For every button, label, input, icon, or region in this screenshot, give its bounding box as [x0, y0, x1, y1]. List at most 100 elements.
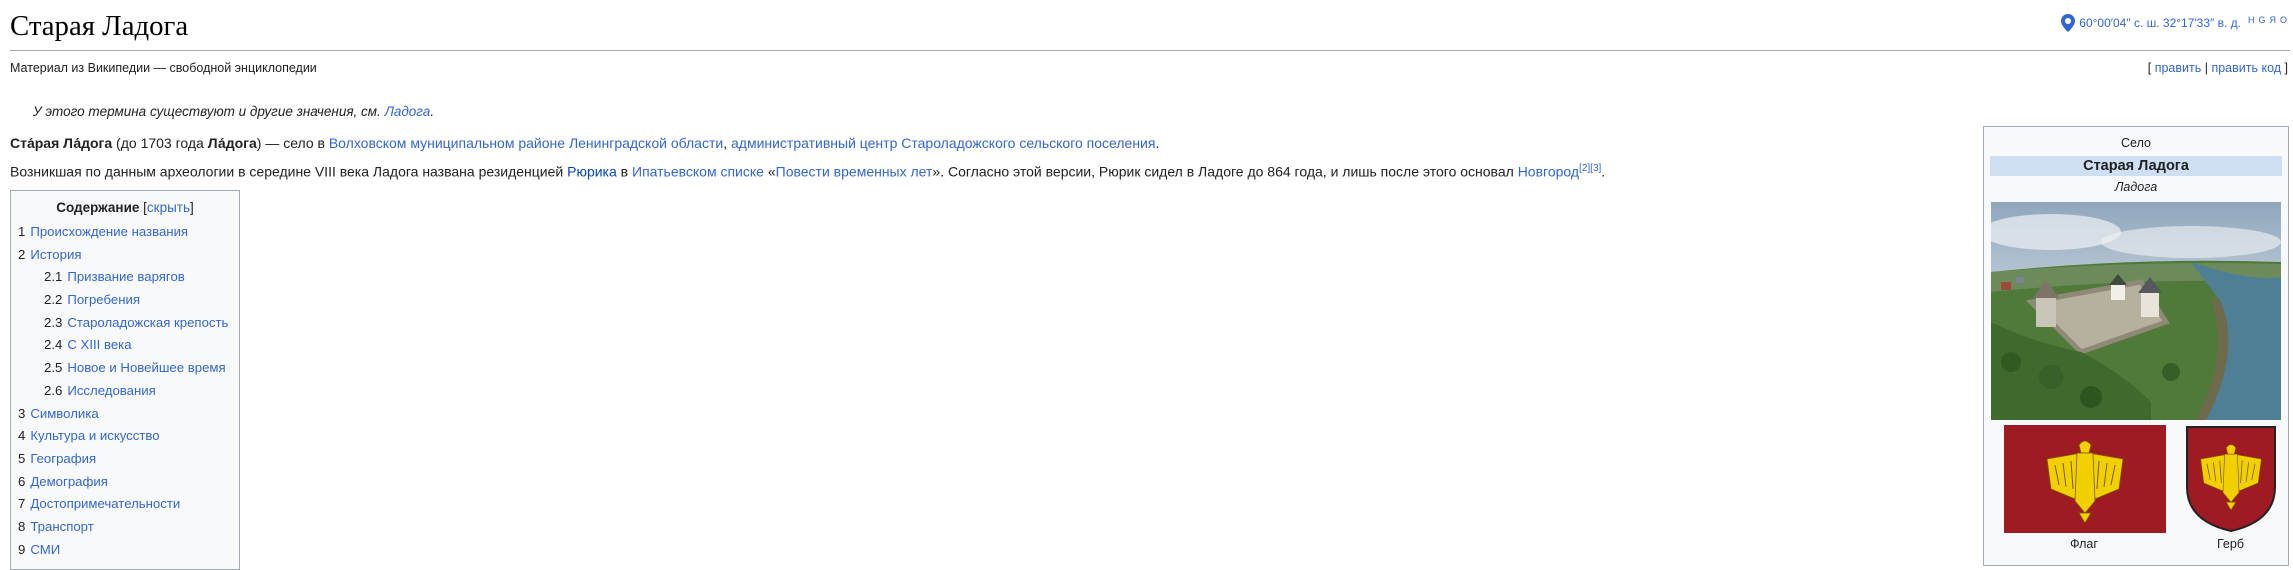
coat-of-arms-image[interactable] — [2185, 425, 2277, 533]
coordinates: 60°00′04″ с. ш. 32°17′33″ в. д. HGЯO — [2061, 14, 2288, 32]
toc-item: 2.3 Староладожская крепость — [18, 312, 232, 335]
toc-item: 7 Достопримечательности — [18, 493, 232, 516]
map-pin-icon[interactable] — [2061, 14, 2076, 32]
toc-number: 3 — [18, 405, 26, 421]
toc-list: 1 Происхождение названия 2 История 2.1 Призва… — [18, 221, 232, 561]
lead-text: ) — село в — [256, 135, 329, 151]
lead-text: , — [723, 135, 731, 151]
maplink-g[interactable]: G — [2258, 15, 2266, 25]
para-text: в — [616, 163, 632, 180]
site-subtitle: Материал из Википедии — свободной энцикл… — [10, 61, 317, 75]
toc-link[interactable]: С XIII века — [67, 337, 131, 352]
toc-link[interactable]: Новое и Новейшее время — [67, 360, 225, 375]
table-of-contents: Содержание [скрыть] 1 Происхождение назва… — [10, 190, 240, 570]
toc-link[interactable]: Призвание варягов — [67, 269, 184, 284]
separator: | — [2201, 61, 2212, 75]
toc-item: 2.5 Новое и Новейшее время — [18, 357, 232, 380]
toc-number: 8 — [18, 518, 26, 534]
toc-item: 9 СМИ — [18, 539, 232, 562]
toc-link[interactable]: Демография — [30, 474, 108, 489]
ref-3[interactable]: [3] — [1590, 163, 1601, 174]
toc-number: 1 — [18, 224, 26, 239]
toc-item: 1 Происхождение названия — [18, 221, 232, 244]
toc-number: 2.4 — [44, 337, 63, 353]
coordinates-link[interactable]: 60°00′04″ с. ш. 32°17′33″ в. д. — [2079, 16, 2241, 30]
toc-number: 9 — [18, 541, 26, 557]
lead-bold-oldname: Ла́дога — [207, 135, 257, 151]
link-pvl[interactable]: Повести временных лет — [776, 164, 933, 180]
aerial-photo[interactable] — [1991, 202, 2281, 420]
infobox-alt-name: Ладога — [2114, 180, 2158, 194]
bracket: [ — [2147, 61, 2155, 75]
toc-item: 2 История — [18, 244, 232, 267]
maplink-h[interactable]: H — [2248, 15, 2256, 25]
toc-number: 2 — [18, 246, 26, 262]
toc-number: 6 — [18, 473, 26, 489]
toc-item: 2.1 Призвание варягов — [18, 266, 232, 289]
toc-link[interactable]: Транспорт — [30, 519, 93, 534]
toc-item: 5 География — [18, 448, 232, 471]
title-divider — [10, 50, 2290, 51]
toc-item: 2.4 С XIII века — [18, 334, 232, 357]
toc-link[interactable]: Происхождение названия — [30, 224, 188, 239]
link-settlement[interactable]: Староладожского сельского поселения — [901, 135, 1155, 151]
link-admin-center[interactable]: административный центр — [731, 135, 897, 151]
toc-title: Содержание [скрыть] — [18, 200, 232, 215]
toc-number: 2.5 — [44, 360, 63, 376]
toc-link[interactable]: СМИ — [30, 542, 60, 557]
ref-2[interactable]: [2] — [1579, 163, 1590, 174]
toc-heading: Содержание — [56, 200, 140, 215]
toc-item: 4 Культура и искусство — [18, 425, 232, 448]
lead-paragraph: Ста́рая Ла́дога (до 1703 года Ла́дога) —… — [10, 134, 1970, 154]
bracket: [ — [139, 200, 147, 215]
toc-link[interactable]: Исследования — [67, 383, 155, 398]
flag-image[interactable] — [2004, 425, 2166, 533]
coat-of-arms-caption: Герб — [2217, 537, 2244, 551]
maplink-ya[interactable]: Я — [2269, 15, 2277, 25]
toc-number: 7 — [18, 496, 26, 512]
toc-number: 2.1 — [44, 269, 63, 285]
toc-item: 6 Демография — [18, 471, 232, 494]
toc-item: 2.6 Исследования — [18, 380, 232, 403]
para-text: . — [1601, 163, 1606, 180]
toc-link[interactable]: Погребения — [67, 292, 140, 307]
history-paragraph: Возникшая по данным археологии в середин… — [10, 162, 1970, 182]
toc-number: 2.3 — [44, 314, 63, 330]
hatnote: У этого термина существуют и другие знач… — [33, 104, 434, 119]
infobox: Село Старая Ладога Ладога Флаг Герб — [1983, 126, 2289, 566]
edit-links: [ править | править код ] — [2148, 61, 2288, 75]
toc-item: 3 Символика — [18, 403, 232, 426]
toc-item: 8 Транспорт — [18, 516, 232, 539]
edit-link[interactable]: править — [2155, 61, 2202, 75]
hatnote-end: . — [430, 104, 435, 119]
toc-link[interactable]: Староладожская крепость — [67, 315, 228, 330]
lead-text: (до 1703 года — [112, 135, 208, 151]
toc-link[interactable]: География — [30, 451, 96, 466]
toc-link[interactable]: Символика — [30, 406, 98, 421]
toc-number: 4 — [18, 428, 26, 444]
lead-text: . — [1155, 135, 1160, 151]
para-text: « — [763, 163, 776, 180]
link-novgorod[interactable]: Новгород — [1518, 164, 1579, 180]
link-leningrad-oblast[interactable]: Ленинградской области — [569, 135, 723, 151]
bracket: ] — [190, 200, 194, 215]
para-text: Возникшая по данным археологии в середин… — [10, 163, 568, 180]
infobox-type: Село — [2121, 136, 2151, 150]
page-title: Старая Ладога — [10, 10, 189, 42]
maplink-o[interactable]: O — [2280, 15, 2288, 25]
toc-link[interactable]: История — [30, 247, 81, 262]
flag-caption: Флаг — [2070, 537, 2098, 551]
link-volkhov-district[interactable]: Волховском муниципальном районе — [329, 135, 565, 151]
toc-link[interactable]: Культура и искусство — [30, 428, 159, 443]
bracket: ] — [2281, 61, 2288, 75]
link-rurik[interactable]: Рюрика — [567, 164, 617, 180]
toc-number: 2.6 — [44, 382, 63, 398]
toc-link[interactable]: Достопримечательности — [30, 496, 180, 511]
lead-bold-name: Ста́рая Ла́дога — [10, 135, 113, 151]
toc-number: 5 — [18, 450, 26, 466]
map-links: HGЯO — [2245, 15, 2288, 31]
edit-source-link[interactable]: править код — [2211, 61, 2281, 75]
hatnote-link[interactable]: Ладога — [385, 104, 431, 119]
toc-hide-toggle[interactable]: скрыть — [147, 200, 190, 215]
link-ipatiev[interactable]: Ипатьевском списке — [632, 164, 764, 180]
